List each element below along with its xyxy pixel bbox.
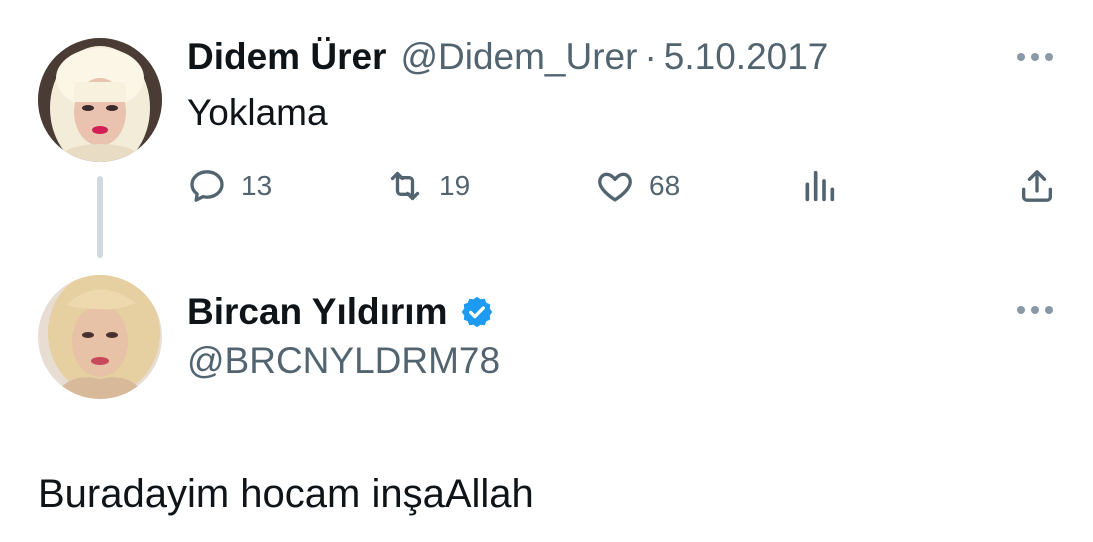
tweet-thread: Didem Ürer @Didem_Urer · 5.10.2017 Yokla… (0, 0, 1093, 542)
retweet-icon (390, 171, 420, 201)
tweet-header: Bircan Yıldırım (187, 287, 495, 337)
tweet-actions-bar: 13 19 68 (187, 164, 1057, 208)
share-button[interactable] (1017, 164, 1057, 208)
avatar-bircan[interactable] (38, 275, 162, 399)
avatar-image (38, 38, 162, 162)
like-icon (598, 172, 632, 202)
verified-badge-icon (459, 294, 495, 330)
tweet-text: Buradayim hocam inşaAllah (38, 472, 534, 516)
avatar-image (38, 275, 162, 399)
reply-icon (190, 170, 224, 202)
more-icon[interactable] (1017, 303, 1053, 317)
thread-connector-line (97, 176, 103, 258)
tweet-text: Yoklama (187, 92, 328, 133)
like-count: 68 (649, 170, 681, 201)
header-separator: · (644, 36, 657, 77)
author-name[interactable]: Bircan Yıldırım (187, 291, 447, 333)
like-button[interactable]: 68 (595, 164, 680, 208)
avatar-didem[interactable] (38, 38, 162, 162)
share-icon (1022, 170, 1052, 202)
tweet-date[interactable]: 5.10.2017 (664, 36, 829, 78)
retweet-count: 19 (439, 170, 471, 201)
more-icon[interactable] (1017, 50, 1053, 64)
reply-button[interactable]: 13 (187, 164, 272, 208)
views-icon (805, 170, 835, 202)
retweet-button[interactable]: 19 (385, 164, 470, 208)
author-handle[interactable]: @BRCNYLDRM78 (187, 340, 500, 382)
reply-count: 13 (241, 170, 273, 201)
author-name[interactable]: Didem Ürer (187, 36, 386, 78)
tweet-header: Didem Ürer @Didem_Urer · 5.10.2017 (187, 32, 828, 82)
views-button[interactable] (799, 164, 839, 208)
author-handle[interactable]: @Didem_Urer (400, 36, 637, 78)
